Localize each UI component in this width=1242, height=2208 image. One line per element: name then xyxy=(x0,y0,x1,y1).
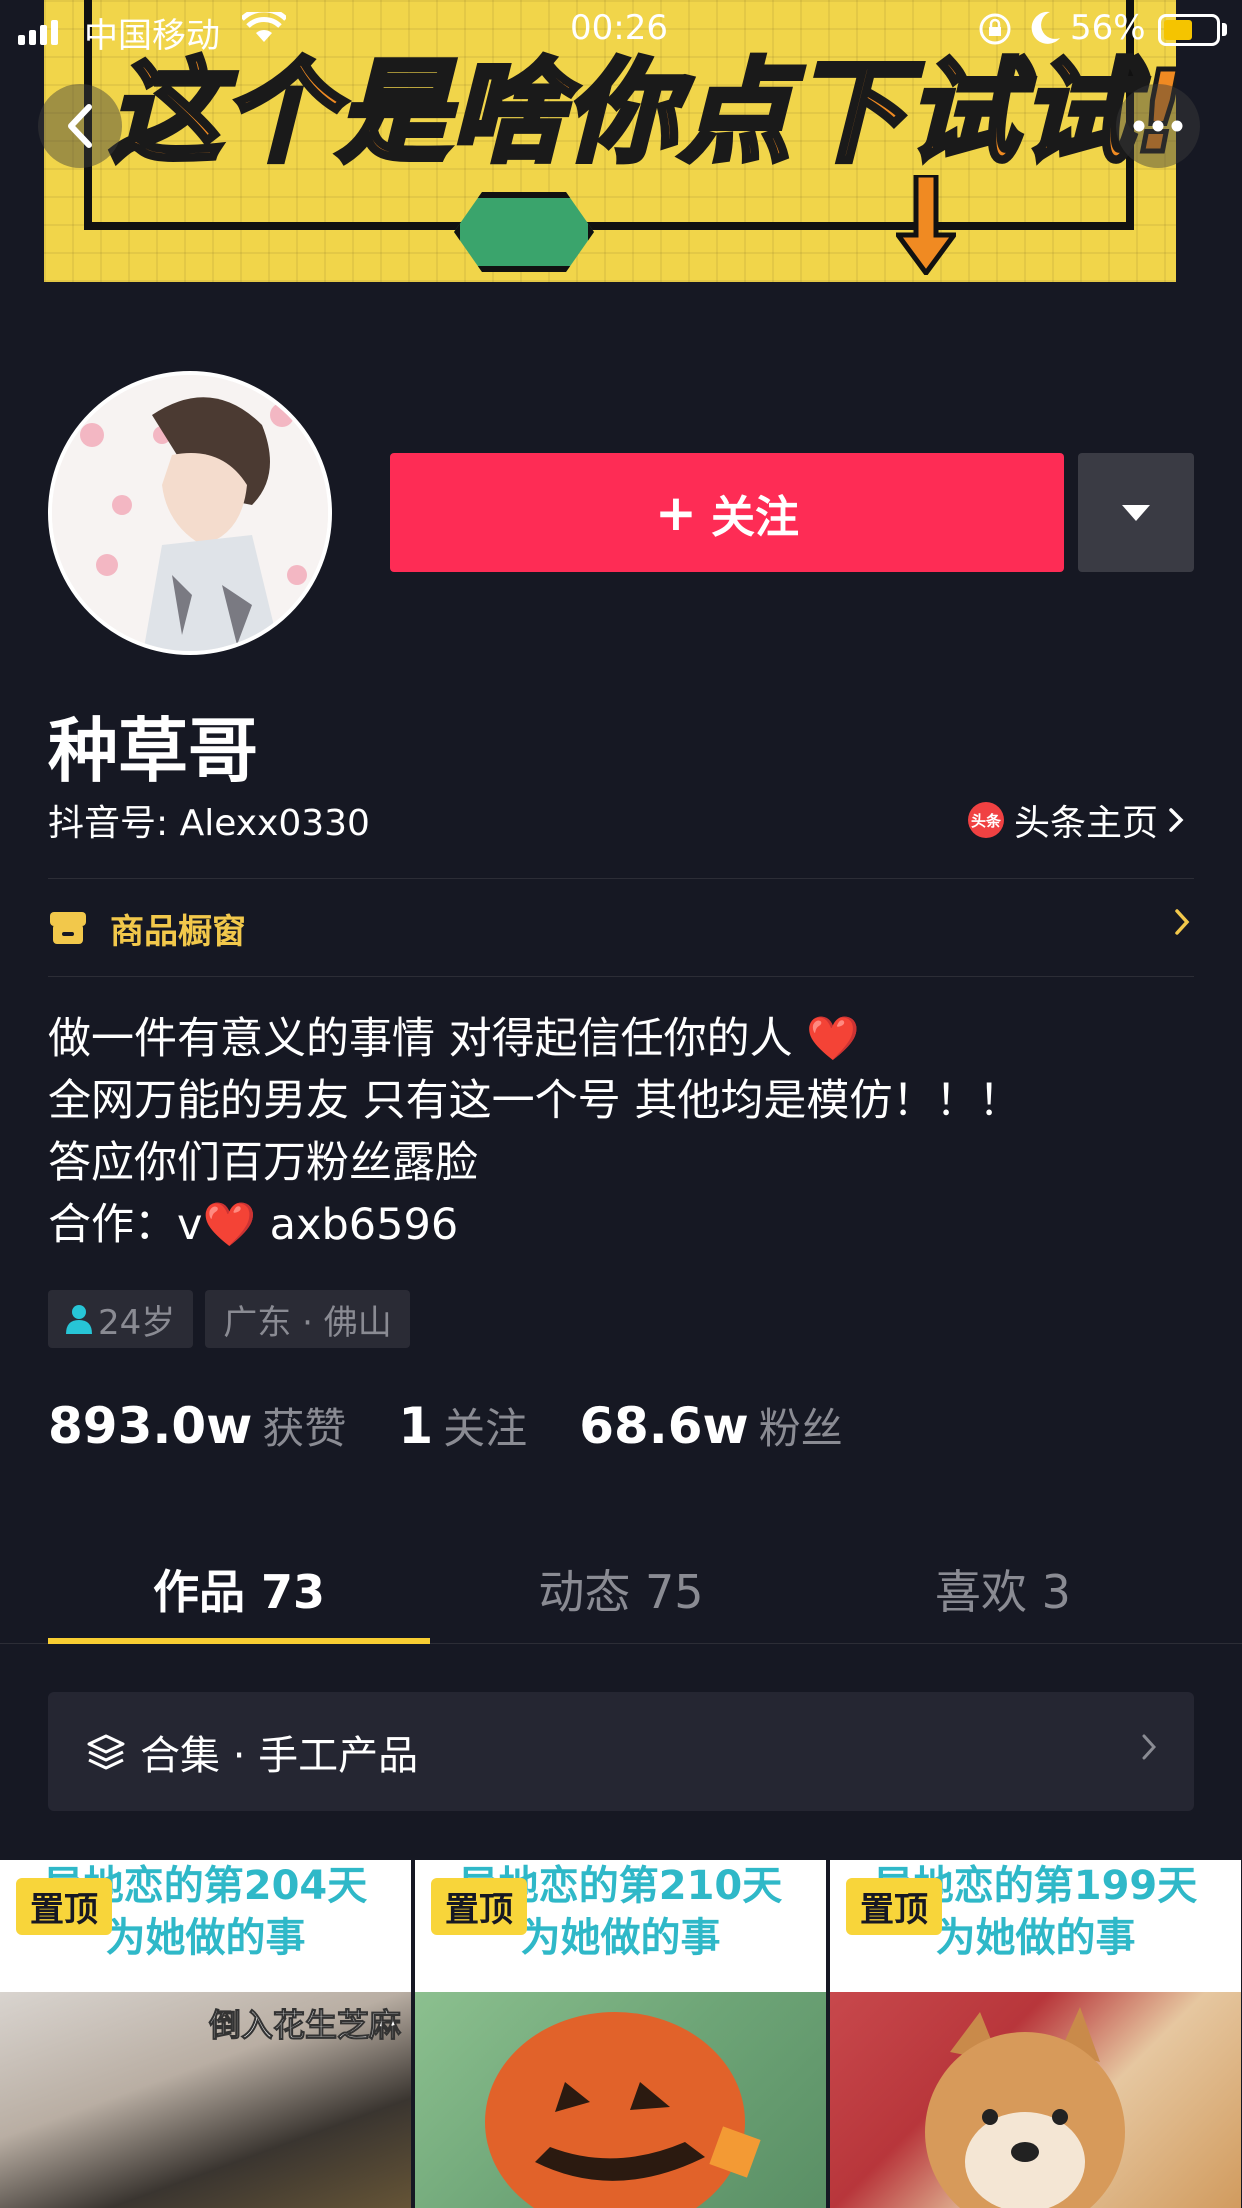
video-thumbnail[interactable]: 异地恋的第210天 为她做的事 置顶 xyxy=(415,1860,826,2208)
moon-icon xyxy=(1031,11,1060,44)
more-dots-icon xyxy=(1133,120,1183,132)
age-tag: 24岁 xyxy=(48,1290,194,1348)
avatar-image xyxy=(52,375,328,651)
caret-down-icon xyxy=(1122,504,1150,521)
chevron-right-icon xyxy=(1142,1734,1156,1760)
following-count[interactable]: 1 xyxy=(398,1397,433,1455)
video-image xyxy=(415,1992,826,2208)
rotation-lock-icon xyxy=(979,13,1011,45)
video-grid: 异地恋的第204天 为她做的事 倒入花生芝麻 置顶 异地恋的第210天 为她做的… xyxy=(0,1860,1242,2208)
divider xyxy=(48,976,1194,977)
followers-count[interactable]: 68.6w xyxy=(579,1397,749,1455)
layers-icon xyxy=(87,1734,125,1769)
location-label: 广东 · 佛山 xyxy=(223,1302,392,1343)
following-label: 关注 xyxy=(443,1404,528,1453)
video-image xyxy=(830,1992,1241,2208)
person-icon xyxy=(66,1305,92,1334)
tab-likes[interactable]: 喜欢 3 xyxy=(812,1540,1194,1644)
video-caption: 倒入花生芝麻 xyxy=(208,2006,401,2045)
likes-label: 获赞 xyxy=(262,1404,347,1453)
bio-line: 合作：v❤️ axb6596 xyxy=(48,1200,459,1250)
follow-button[interactable]: + 关注 xyxy=(390,453,1064,572)
recommend-dropdown-button[interactable] xyxy=(1078,453,1194,572)
shop-window-row[interactable]: 商品橱窗 xyxy=(48,880,1194,976)
dog-image xyxy=(925,2007,1125,2208)
pumpkin-image xyxy=(485,2012,761,2208)
toutiao-logo-icon: 头条 xyxy=(968,802,1004,838)
down-arrow-icon xyxy=(896,175,956,275)
more-button[interactable] xyxy=(1116,84,1200,168)
battery-percentage: 56% xyxy=(1070,8,1146,48)
banner-hexagon xyxy=(454,192,594,272)
pinned-badge: 置顶 xyxy=(846,1878,942,1935)
battery-fill xyxy=(1164,20,1192,40)
status-bar: 中国移动 00:26 56% xyxy=(0,0,1242,58)
divider xyxy=(48,878,1194,879)
wifi-icon xyxy=(242,12,286,42)
chevron-left-icon xyxy=(68,104,92,148)
video-thumbnail[interactable]: 异地恋的第204天 为她做的事 倒入花生芝麻 置顶 xyxy=(0,1860,411,2208)
bio-line: 答应你们百万粉丝露脸 xyxy=(48,1138,478,1188)
pinned-badge: 置顶 xyxy=(431,1878,527,1935)
pinned-badge: 置顶 xyxy=(16,1878,112,1935)
tab-works[interactable]: 作品 73 xyxy=(48,1540,430,1644)
shop-label: 商品橱窗 xyxy=(110,911,246,952)
tab-moments[interactable]: 动态 75 xyxy=(430,1540,812,1644)
carrier-name: 中国移动 xyxy=(84,16,220,56)
followers-label: 粉丝 xyxy=(758,1404,843,1453)
clock: 00:26 xyxy=(570,8,668,48)
chevron-right-icon xyxy=(1175,909,1190,935)
signal-icon xyxy=(18,20,58,45)
profile-stats: 893.0w 获赞 1 关注 68.6w 粉丝 xyxy=(48,1395,895,1456)
shop-icon xyxy=(50,912,86,944)
douyin-id: 抖音号: Alexx0330 xyxy=(48,803,370,844)
bio-line: 做一件有意义的事情 对得起信任你的人 ❤️ xyxy=(48,1014,860,1064)
age-label: 24岁 xyxy=(98,1302,176,1343)
follow-label: 关注 xyxy=(710,491,799,543)
likes-count[interactable]: 893.0w xyxy=(48,1397,252,1455)
battery-icon xyxy=(1158,14,1220,46)
active-tab-indicator xyxy=(48,1638,430,1644)
avatar[interactable] xyxy=(48,371,332,655)
back-button[interactable] xyxy=(38,84,122,168)
profile-name: 种草哥 xyxy=(48,710,258,792)
bio: 做一件有意义的事情 对得起信任你的人 ❤️ 全网万能的男友 只有这一个号 其他均… xyxy=(48,1008,1021,1256)
profile-tags: 24岁 广东 · 佛山 xyxy=(48,1290,410,1348)
video-thumbnail[interactable]: 异地恋的第199天 为她做的事 置顶 xyxy=(830,1860,1241,2208)
toutiao-link-label: 头条主页 xyxy=(1014,803,1159,844)
content-tabs: 作品 73 动态 75 喜欢 3 xyxy=(0,1540,1242,1644)
toutiao-homepage-link[interactable]: 头条 头条主页 xyxy=(968,794,1184,846)
chevron-right-icon xyxy=(1169,808,1184,832)
bio-line: 全网万能的男友 只有这一个号 其他均是模仿！！！ xyxy=(48,1076,1022,1126)
plus-icon: + xyxy=(655,483,697,542)
location-tag: 广东 · 佛山 xyxy=(205,1290,410,1348)
collection-label: 合集 · 手工产品 xyxy=(140,1732,419,1779)
collection-row[interactable]: 合集 · 手工产品 xyxy=(48,1692,1194,1811)
